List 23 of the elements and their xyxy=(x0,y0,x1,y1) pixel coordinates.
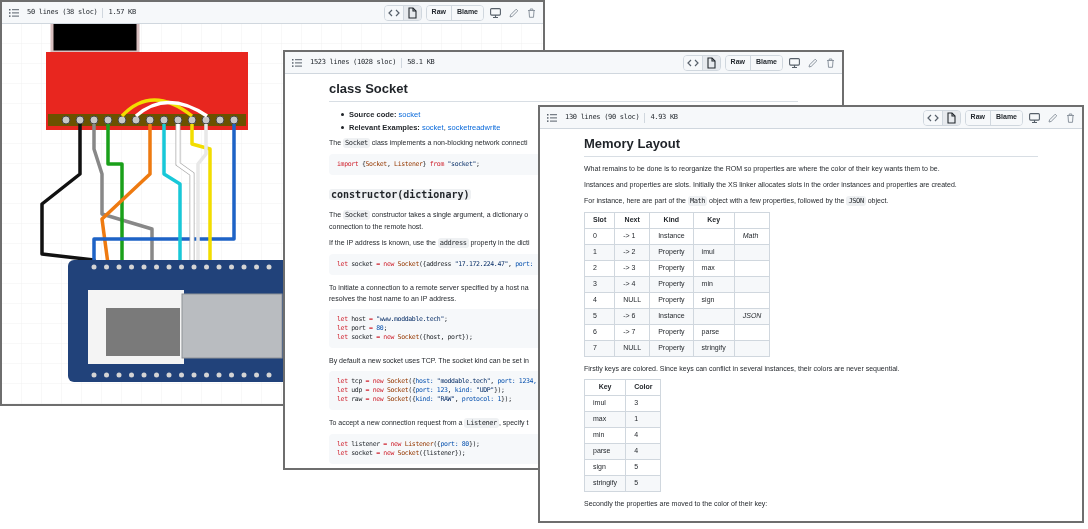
code-view-button[interactable] xyxy=(923,110,942,125)
file-view-button[interactable] xyxy=(941,110,960,125)
file-view-button[interactable] xyxy=(701,55,720,70)
bullet-icon xyxy=(341,113,344,116)
file-icon xyxy=(705,56,718,69)
list-icon[interactable] xyxy=(9,8,19,17)
code-view-button[interactable] xyxy=(683,55,702,70)
section-heading: Memory Layout xyxy=(584,136,1038,157)
monitor-icon[interactable] xyxy=(490,7,501,18)
list-icon[interactable] xyxy=(547,113,557,122)
trash-icon[interactable] xyxy=(527,7,536,18)
section-heading: class Socket xyxy=(329,81,798,102)
file-view-button[interactable] xyxy=(402,5,421,20)
section-heading: constructor(dictionary) xyxy=(329,189,472,200)
monitor-icon[interactable] xyxy=(1029,112,1040,123)
bullet-icon xyxy=(341,126,344,129)
file-icon xyxy=(406,6,419,19)
trash-icon[interactable] xyxy=(1066,112,1075,123)
list-icon[interactable] xyxy=(292,58,302,67)
trash-icon[interactable] xyxy=(826,57,835,68)
monitor-icon[interactable] xyxy=(789,57,800,68)
file-icon xyxy=(945,111,958,124)
code-view-button[interactable] xyxy=(384,5,403,20)
